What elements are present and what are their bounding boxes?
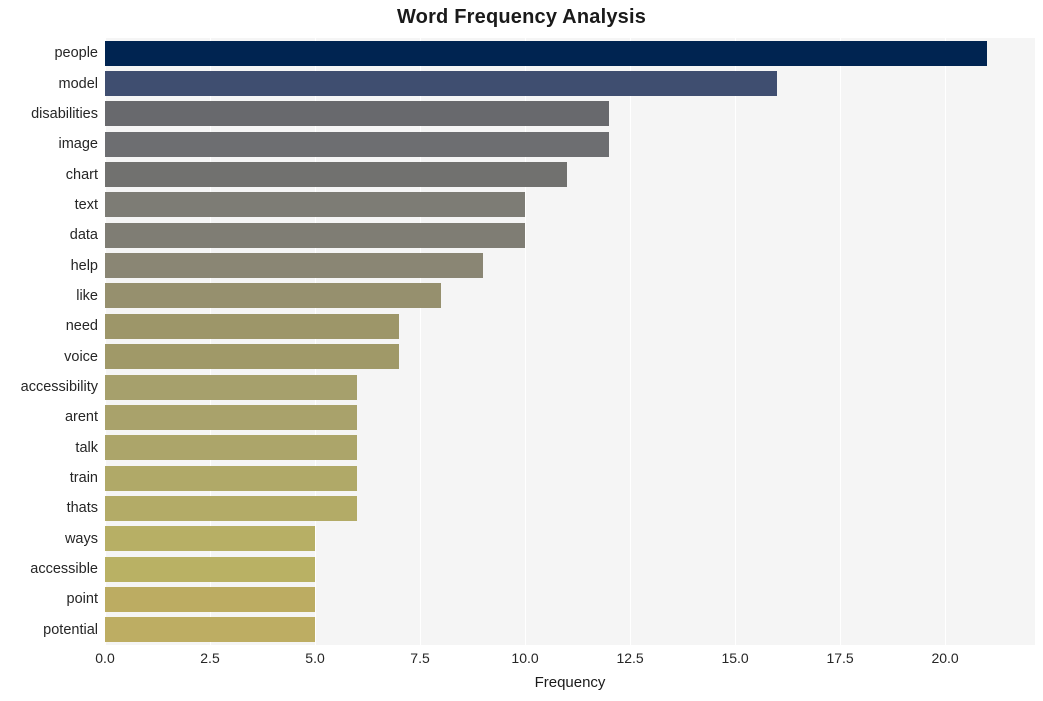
y-tick-label-arent: arent xyxy=(64,409,98,426)
bar-data xyxy=(105,222,526,248)
bar-thats xyxy=(105,495,358,521)
y-tick-label-potential: potential xyxy=(43,621,98,638)
page-title: Word Frequency Analysis xyxy=(396,6,647,28)
y-tick-label-accessibility: accessibility xyxy=(20,379,98,396)
bar-arent xyxy=(105,404,358,430)
bar-image xyxy=(105,131,610,157)
x-tick-label-0.0: 0.0 xyxy=(95,650,115,666)
x-tick-label-10.0: 10.0 xyxy=(511,650,539,666)
y-tick-label-talk: talk xyxy=(75,439,98,456)
y-tick-label-chart: chart xyxy=(65,166,98,183)
bar-people xyxy=(105,40,988,66)
bar-accessibility xyxy=(105,374,358,400)
y-tick-label-thats: thats xyxy=(66,500,98,517)
bar-text xyxy=(105,192,526,218)
bar-potential xyxy=(105,617,316,643)
bar-train xyxy=(105,465,358,491)
y-tick-label-point: point xyxy=(66,591,98,608)
x-tick-label-17.5: 17.5 xyxy=(826,650,854,666)
y-tick-label-ways: ways xyxy=(64,530,98,547)
plot-area xyxy=(105,38,1035,645)
y-tick-label-people: people xyxy=(54,45,98,62)
bar-accessible xyxy=(105,556,316,582)
y-tick-label-need: need xyxy=(65,318,98,335)
bar-point xyxy=(105,586,316,612)
x-tick-label-2.5: 2.5 xyxy=(200,650,220,666)
bar-help xyxy=(105,253,484,279)
x-axis-tick-labels: 0.0 2.5 5.0 7.5 10.0 12.5 15.0 17.5 20.0 xyxy=(0,650,1043,672)
y-tick-label-model: model xyxy=(58,75,99,92)
y-tick-label-data: data xyxy=(69,227,98,244)
y-tick-label-text: text xyxy=(74,196,98,213)
x-tick-label-7.5: 7.5 xyxy=(410,650,430,666)
bar-like xyxy=(105,283,442,309)
y-tick-label-image: image xyxy=(58,136,99,153)
y-tick-label-like: like xyxy=(76,287,98,304)
word-frequency-chart-figure: Word Frequency Analysis people model disab… xyxy=(0,0,1043,701)
bar-talk xyxy=(105,435,358,461)
x-tick-label-5.0: 5.0 xyxy=(305,650,325,666)
x-tick-label-20.0: 20.0 xyxy=(931,650,959,666)
y-tick-label-help: help xyxy=(70,257,98,274)
bar-need xyxy=(105,313,400,339)
y-tick-label-disabilities: disabilities xyxy=(31,105,98,122)
bar-disabilities xyxy=(105,101,610,127)
bar-model xyxy=(105,71,778,97)
bar-chart xyxy=(105,162,568,188)
x-axis-title: Frequency xyxy=(534,674,606,691)
y-tick-label-train: train xyxy=(69,470,98,487)
x-tick-label-12.5: 12.5 xyxy=(616,650,644,666)
y-tick-label-accessible: accessible xyxy=(30,561,98,578)
bar-voice xyxy=(105,344,400,370)
bars-group xyxy=(105,38,1035,645)
y-tick-label-voice: voice xyxy=(64,348,98,365)
y-axis-tick-labels: people model disabilities image chart text dat… xyxy=(0,38,98,645)
x-tick-label-15.0: 15.0 xyxy=(721,650,749,666)
bar-ways xyxy=(105,526,316,552)
